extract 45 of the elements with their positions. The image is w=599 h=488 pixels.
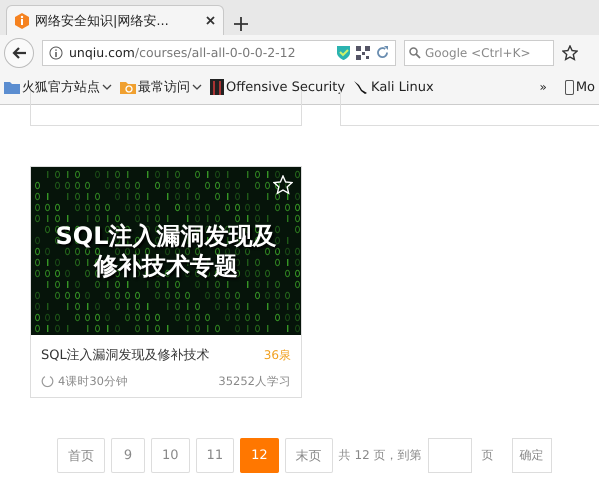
course-title[interactable]: SQL注入漏洞发现及修补技术 xyxy=(41,346,210,364)
clock-icon xyxy=(41,375,54,388)
caret-icon xyxy=(102,84,112,90)
more-bookmarks-button[interactable]: » xyxy=(539,80,547,94)
bookmark-item[interactable]: 最常访问 xyxy=(138,78,190,96)
page-unit-label: 页 xyxy=(482,447,494,464)
url-host: unqiu.com xyxy=(69,45,135,60)
learner-count: 35252人学习 xyxy=(218,374,291,389)
course-price: 36泉 xyxy=(264,346,291,364)
tab-title: 网络安全知识|网络安... xyxy=(35,12,170,30)
browser-tab[interactable]: 网络安全知识|网络安... xyxy=(6,5,224,35)
site-icon xyxy=(210,79,224,95)
qr-code-icon[interactable] xyxy=(356,46,370,60)
info-icon xyxy=(49,46,63,60)
shield-icon xyxy=(337,45,350,60)
cover-title: SQL注入漏洞发现及修补技术专题 xyxy=(54,221,278,281)
bookmark-item[interactable]: Offensive Security xyxy=(226,80,346,94)
page-button[interactable]: 11 xyxy=(196,438,234,473)
reload-icon[interactable] xyxy=(376,46,389,59)
address-bar[interactable]: unqiu.com/courses/all-all-0-0-0-2-12 xyxy=(42,40,396,66)
folder-icon xyxy=(4,80,20,94)
page-button[interactable]: 末页 xyxy=(284,438,333,473)
page-button[interactable]: 首页 xyxy=(57,438,105,473)
confirm-button[interactable]: 确定 xyxy=(512,438,552,473)
phone-icon xyxy=(564,80,574,94)
caret-icon xyxy=(192,84,202,90)
back-arrow-icon xyxy=(12,46,26,58)
course-card[interactable]: SQL注入漏洞发现及修补技术专题 SQL注入漏洞发现及修补技术 36泉 4课时30分钟 35252人学习 xyxy=(30,166,302,398)
page-button[interactable]: 9 xyxy=(111,438,145,473)
search-field[interactable]: Google <Ctrl+K> xyxy=(404,40,554,66)
bookmark-item[interactable]: Kali Linux xyxy=(371,80,434,94)
page-number-field[interactable] xyxy=(428,438,472,473)
star-icon[interactable] xyxy=(273,175,293,195)
back-button[interactable] xyxy=(4,38,34,68)
page-summary: 共 12 页，到第 xyxy=(338,447,422,464)
plus-icon[interactable] xyxy=(234,17,248,31)
logo-icon xyxy=(15,12,29,28)
bookmark-item[interactable]: 火狐官方站点 xyxy=(22,78,100,96)
url-path: /courses/all-all-0-0-0-2-12 xyxy=(134,45,296,60)
page-button[interactable]: 10 xyxy=(151,438,190,473)
bookmark-item[interactable]: Mo xyxy=(576,80,595,94)
folder-icon xyxy=(120,80,136,94)
bookmark-star-icon[interactable] xyxy=(562,44,578,60)
close-icon[interactable] xyxy=(206,16,215,25)
course-duration: 4课时30分钟 xyxy=(58,374,128,389)
